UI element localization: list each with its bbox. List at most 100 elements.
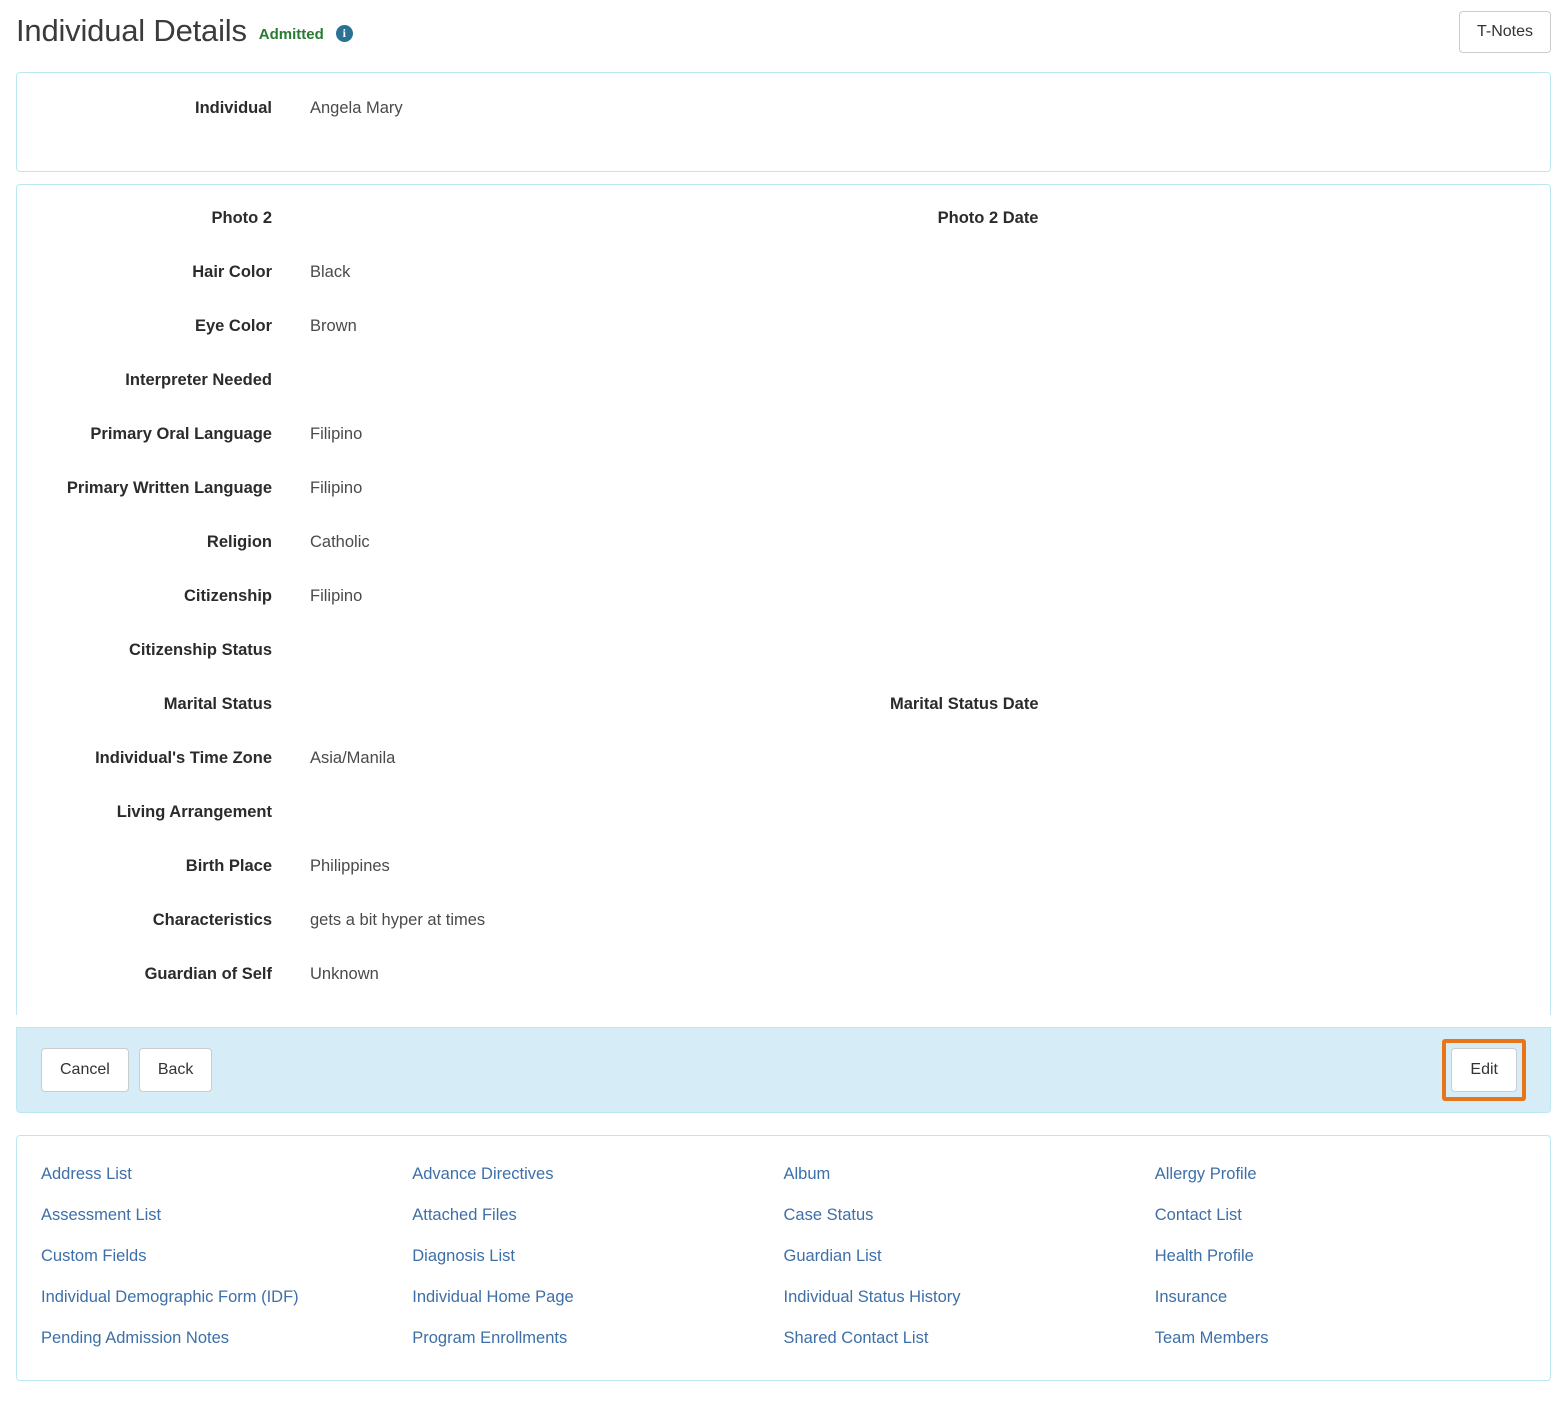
related-link[interactable]: Attached Files [412,1203,517,1227]
back-button[interactable]: Back [138,1048,213,1092]
field-row-spacer [17,826,1550,853]
field-label: Primary Written Language [66,479,272,497]
field-row-spacer [17,502,1550,529]
field-value: Catholic [310,533,370,551]
field-label: Hair Color [192,263,272,281]
related-link[interactable]: Team Members [1155,1326,1269,1350]
related-link[interactable]: Album [784,1162,831,1186]
individual-details-card: Photo 2 Photo 2 Date Hair Color Black Eye Co… [16,184,1551,1015]
field-col-left: Interpreter Needed [17,367,784,394]
related-links-grid: Address List Advance Directives Album Aller… [41,1162,1526,1350]
field-col-left: Hair Color Black [17,259,784,286]
field-label: Living Arrangement [116,803,272,821]
field-col-left: Religion Catholic [17,529,784,556]
field-col-right: Marital Status Date [784,691,1551,718]
individual-details-page: Individual Details Admitted T-Notes Indi… [0,0,1567,1425]
field-row-spacer [17,340,1550,367]
field-row: Individual's Time Zone Asia/Manila [17,745,1550,772]
related-link[interactable]: Contact List [1155,1203,1242,1227]
t-notes-button[interactable]: T-Notes [1459,11,1551,53]
field-label: Primary Oral Language [90,425,272,443]
field-label: Photo 2 [211,209,273,227]
action-bar: Cancel Back Edit [16,1027,1551,1113]
field-row: Citizenship Filipino [17,583,1550,610]
related-link[interactable]: Program Enrollments [412,1326,567,1350]
status-badge: Admitted [258,26,324,43]
field-label: Individual's Time Zone [95,749,272,767]
details-field-list: Photo 2 Photo 2 Date Hair Color Black Eye Co… [17,185,1550,988]
field-row: Living Arrangement [17,799,1550,826]
field-col-left: Individual Angela Mary [17,95,784,122]
field-row-spacer [17,880,1550,907]
field-col-left: Characteristics gets a bit hyper at times [17,907,784,934]
related-link[interactable]: Allergy Profile [1155,1162,1257,1186]
field-row: Hair Color Black [17,259,1550,286]
field-row: Photo 2 Photo 2 Date [17,205,1550,232]
field-value-individual: Angela Mary [310,99,403,117]
field-row: Marital Status Marital Status Date [17,691,1550,718]
field-row: Birth Place Philippines [17,853,1550,880]
related-link[interactable]: Individual Status History [784,1285,961,1309]
field-label: Characteristics [152,911,272,929]
field-col-left: Citizenship Filipino [17,583,784,610]
field-value: Filipino [310,587,363,605]
field-label: Birth Place [185,857,272,875]
field-row: Citizenship Status [17,637,1550,664]
related-link[interactable]: Individual Home Page [412,1285,573,1309]
field-row-spacer [17,610,1550,637]
related-link[interactable]: Guardian List [784,1244,882,1268]
field-value: gets a bit hyper at times [310,911,486,929]
related-links-card: Address List Advance Directives Album Aller… [16,1135,1551,1381]
field-col-left: Primary Written Language Filipino [17,475,784,502]
field-col-left: Living Arrangement [17,799,784,826]
related-link[interactable]: Custom Fields [41,1244,146,1268]
page-title: Individual Details [16,13,247,48]
page-title-row: Individual Details Admitted [16,0,1551,48]
info-circle-icon[interactable] [335,24,353,42]
related-link[interactable]: Advance Directives [412,1162,553,1186]
field-value: Black [310,263,351,281]
field-col-left: Birth Place Philippines [17,853,784,880]
field-label: Interpreter Needed [125,371,272,389]
related-link[interactable]: Individual Demographic Form (IDF) [41,1285,299,1309]
field-row-individual: Individual Angela Mary [17,73,1550,122]
field-label: Marital Status Date [889,695,1039,713]
field-col-left: Citizenship Status [17,637,784,664]
field-row-spacer [17,772,1550,799]
field-col-left: Eye Color Brown [17,313,784,340]
field-value: Filipino [310,479,363,497]
field-row: Primary Oral Language Filipino [17,421,1550,448]
page-header: Individual Details Admitted T-Notes [0,0,1567,72]
related-link[interactable]: Case Status [784,1203,874,1227]
related-link[interactable]: Health Profile [1155,1244,1254,1268]
related-link[interactable]: Pending Admission Notes [41,1326,229,1350]
related-link[interactable]: Address List [41,1162,132,1186]
details-bottom-spacer [17,988,1550,1015]
field-row: Eye Color Brown [17,313,1550,340]
related-link[interactable]: Insurance [1155,1285,1227,1309]
edit-button[interactable]: Edit [1451,1048,1517,1092]
field-label: Eye Color [194,317,272,335]
field-row-spacer [17,232,1550,259]
field-row-spacer [17,934,1550,961]
field-label: Photo 2 Date [937,209,1039,227]
field-col-left: Photo 2 [17,205,784,232]
field-label: Citizenship Status [128,641,272,659]
field-value: Unknown [310,965,379,983]
field-row-spacer [17,286,1550,313]
field-col-left: Guardian of Self Unknown [17,961,784,988]
field-col-left: Marital Status [17,691,784,718]
cancel-button[interactable]: Cancel [41,1048,129,1092]
field-label: Religion [206,533,272,551]
field-row: Religion Catholic [17,529,1550,556]
field-value: Filipino [310,425,363,443]
related-link[interactable]: Assessment List [41,1203,161,1227]
field-value: Philippines [310,857,390,875]
field-col-right: Photo 2 Date [784,205,1551,232]
related-link[interactable]: Diagnosis List [412,1244,515,1268]
field-row-spacer [17,448,1550,475]
left-button-group: Cancel Back [41,1048,213,1092]
field-value: Brown [310,317,357,335]
related-link[interactable]: Shared Contact List [784,1326,929,1350]
field-label-individual: Individual [194,99,272,117]
